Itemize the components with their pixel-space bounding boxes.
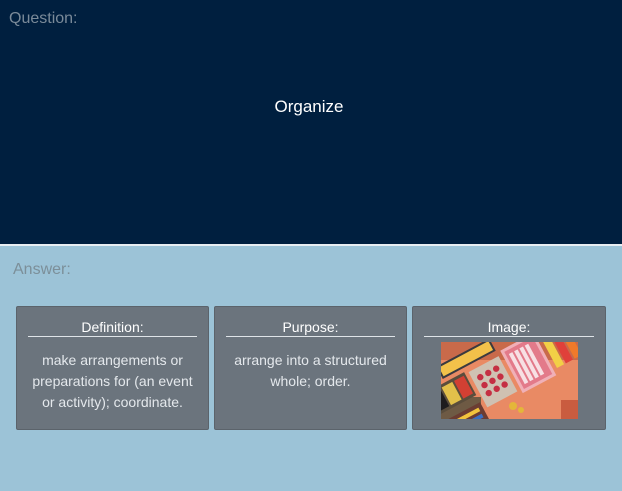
answer-heading: Answer: [13,261,71,278]
image-card-title: Image: [424,319,594,337]
question-panel: Question: Organize [0,0,622,244]
definition-card: Definition: make arrangements or prepara… [16,306,209,430]
purpose-card-title: Purpose: [226,319,395,337]
definition-card-text: make arrangements or preparations for (a… [32,352,193,410]
purpose-card: Purpose: arrange into a structured whole… [214,306,407,430]
question-text: Organize [274,97,344,116]
question-heading: Question: [9,10,78,27]
purpose-card-text: arrange into a structured whole; order. [234,352,387,389]
organized-stationery-image [440,342,578,419]
image-card: Image: [412,306,606,430]
definition-card-title: Definition: [28,319,197,337]
answer-panel: Answer: Definition: make arrangements or… [0,246,622,491]
